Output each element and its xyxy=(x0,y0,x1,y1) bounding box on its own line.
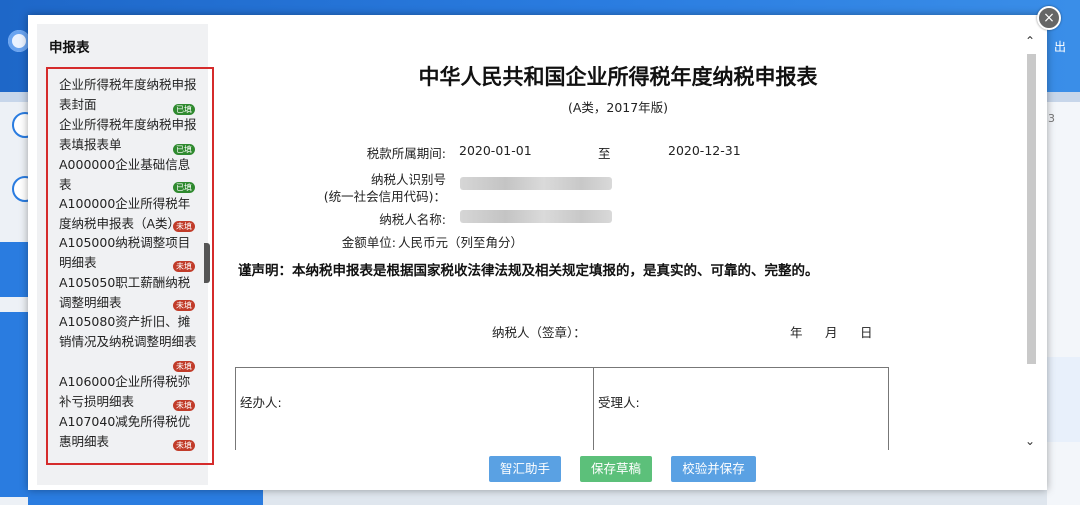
validate-save-button[interactable]: 校验并保存 xyxy=(671,456,756,482)
taxpayer-name-label: 纳税人名称: xyxy=(379,212,446,227)
app-logo-icon xyxy=(8,30,30,52)
status-badge: 未填 xyxy=(173,361,195,372)
period-start: 2020-01-01 xyxy=(459,143,532,158)
status-badge: 已填 xyxy=(173,104,195,115)
close-icon[interactable]: × xyxy=(1037,6,1061,30)
declaration-text: 谨声明：本纳税申报表是根据国家税收法律法规及相关规定填报的，是真实的、可靠的、完… xyxy=(238,263,819,279)
status-badge: 未填 xyxy=(173,221,195,232)
scroll-up-icon[interactable]: ⌃ xyxy=(1025,34,1035,48)
period-to: 至 xyxy=(598,146,611,161)
content-scrollbar[interactable]: ⌃ ⌄ xyxy=(1025,34,1037,450)
app-left-rail xyxy=(0,102,38,505)
right-panel-marker: 3 xyxy=(1048,112,1055,125)
taxpayer-id-sublabel: (统一社会信用代码)： xyxy=(323,189,446,204)
date-day: 日 xyxy=(860,325,873,340)
summary-assistant-button[interactable]: 智汇助手 xyxy=(489,456,561,482)
app-right-panel: 3 xyxy=(1047,102,1080,505)
signature-table: 经办人: 受理人: xyxy=(235,367,889,450)
period-label: 税款所属期间: xyxy=(366,146,446,161)
form-list-sidebar: 申报表 企业所得税年度纳税申报表封面 已填 企业所得税年度纳税申报表填报表单 已… xyxy=(37,24,214,485)
status-badge: 已填 xyxy=(173,144,195,155)
right-panel-block xyxy=(1047,357,1080,442)
date-month: 月 xyxy=(825,325,838,340)
exit-link[interactable]: 出 xyxy=(1054,38,1066,55)
status-badge: 未填 xyxy=(173,440,195,451)
form-title: 中华人民共和国企业所得税年度纳税申报表 xyxy=(418,65,818,89)
save-draft-button[interactable]: 保存草稿 xyxy=(580,456,652,482)
status-badge: 已填 xyxy=(173,182,195,193)
table-divider xyxy=(593,368,594,450)
taxpayer-name-value xyxy=(460,210,612,223)
currency-label: 金额单位: xyxy=(341,235,396,250)
scroll-thumb[interactable] xyxy=(1027,54,1036,364)
status-badge: 未填 xyxy=(173,261,195,272)
currency-value: 人民币元（列至角分） xyxy=(398,235,524,250)
agent-label: 经办人: xyxy=(240,395,282,410)
form-subtitle: (A类，2017年版) xyxy=(567,100,669,115)
signature-label: 纳税人（签章）： xyxy=(492,325,586,340)
rail-block xyxy=(0,242,30,297)
status-badge: 未填 xyxy=(173,300,195,311)
form-item[interactable]: A105080资产折旧、摊销情况及纳税调整明细表 xyxy=(59,312,201,352)
sidebar-title: 申报表 xyxy=(49,40,90,56)
taxpayer-id-value xyxy=(460,177,612,190)
date-year: 年 xyxy=(790,325,803,340)
status-badge: 未填 xyxy=(173,400,195,411)
scroll-down-icon[interactable]: ⌄ xyxy=(1025,434,1035,448)
receiver-label: 受理人: xyxy=(598,395,640,410)
app-bottom-bar xyxy=(28,490,263,505)
declaration-modal: 申报表 企业所得税年度纳税申报表封面 已填 企业所得税年度纳税申报表填报表单 已… xyxy=(28,15,1047,490)
period-end: 2020-12-31 xyxy=(668,143,741,158)
rail-block xyxy=(0,312,30,497)
form-content: 中华人民共和国企业所得税年度纳税申报表 (A类，2017年版) 税款所属期间: … xyxy=(210,15,1026,450)
highlight-box: 企业所得税年度纳税申报表封面 已填 企业所得税年度纳税申报表填报表单 已填 A0… xyxy=(46,67,214,465)
